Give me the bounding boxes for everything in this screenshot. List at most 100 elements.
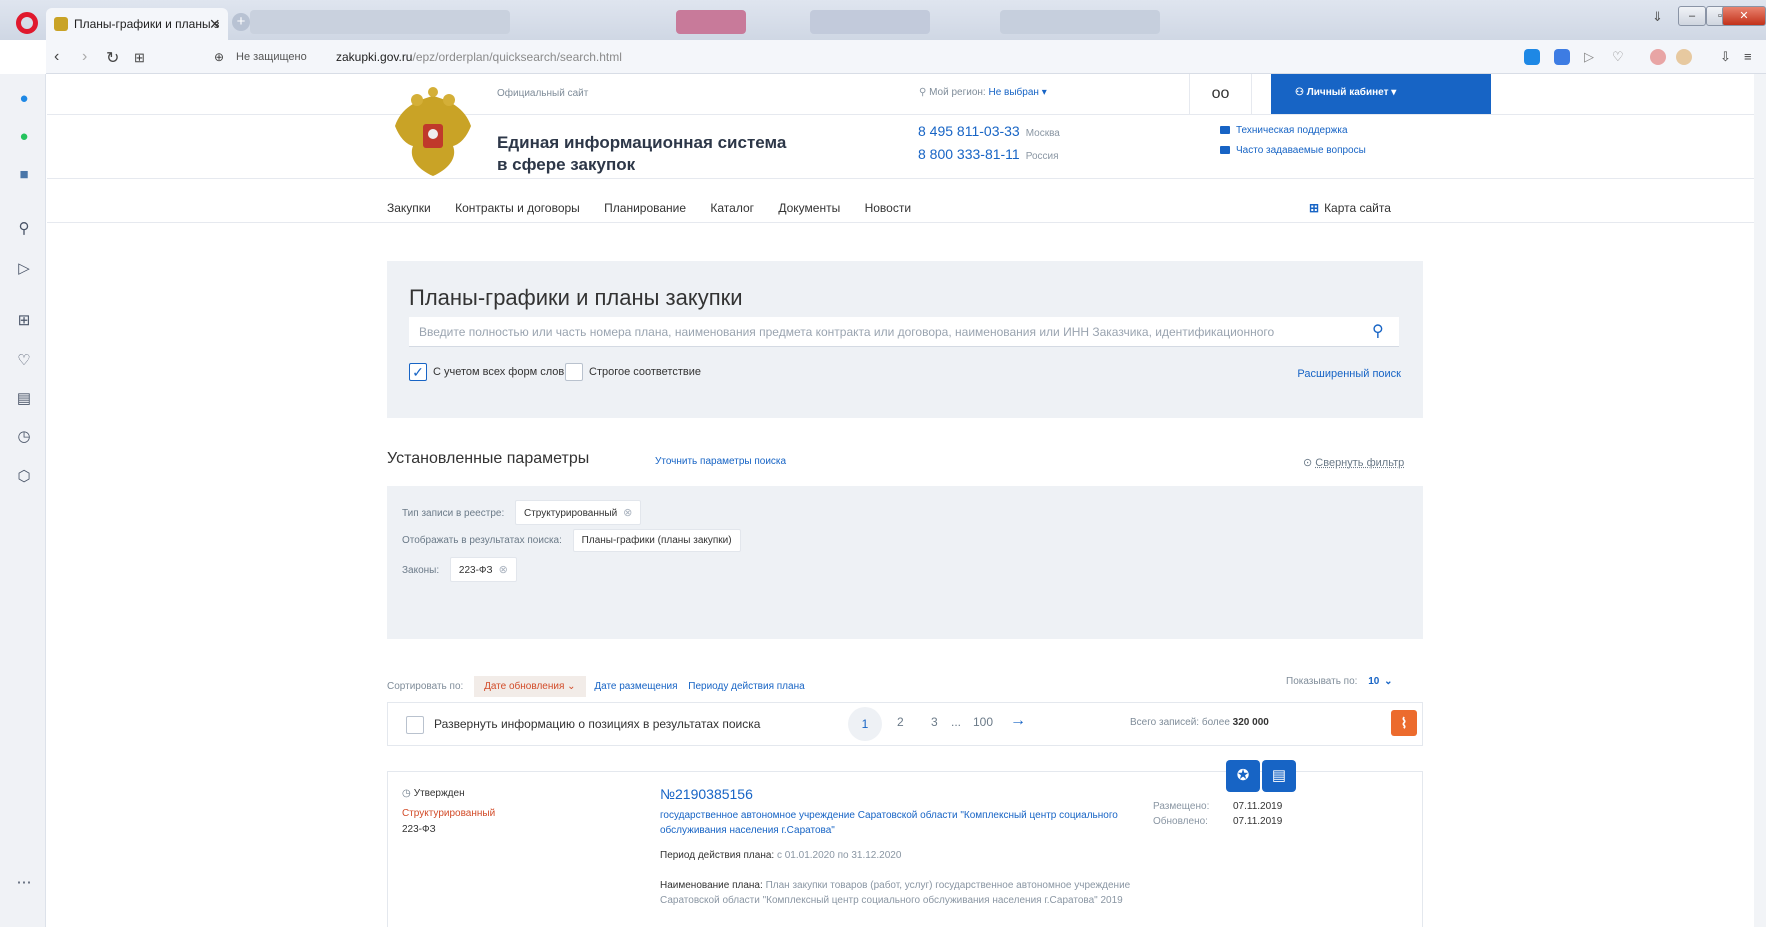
flow-icon[interactable]: ▷: [15, 260, 33, 278]
print-icon[interactable]: ▤: [1262, 760, 1296, 792]
updated-value: 07.11.2019: [1233, 816, 1283, 827]
history-clock-icon[interactable]: ◷: [15, 428, 33, 446]
param-row: Законы: 223-ФЗ ⊗: [402, 557, 517, 582]
site-name[interactable]: Единая информационная система в сфере за…: [497, 132, 786, 176]
menu-item-purchases[interactable]: Закупки: [387, 201, 431, 215]
globe-icon: ⊕: [214, 50, 225, 64]
news-icon[interactable]: ▤: [15, 390, 33, 408]
search-input[interactable]: [409, 317, 1399, 347]
speed-dial-icon[interactable]: ⊞: [15, 312, 33, 330]
next-page-arrow-icon[interactable]: →: [1010, 712, 1026, 730]
posted-label: Размещено:: [1153, 801, 1210, 812]
sort-option-posted[interactable]: Дате размещения: [594, 681, 677, 692]
send-icon[interactable]: ▷: [1584, 49, 1594, 65]
header-divider: [47, 114, 1766, 115]
remove-chip-icon[interactable]: ⊗: [623, 507, 632, 519]
tab-close-icon[interactable]: ×: [209, 14, 220, 35]
window-minimize-icon[interactable]: –: [1678, 6, 1706, 26]
web-page: Официальный сайт Единая информационная с…: [47, 74, 1766, 927]
header-divider: [47, 178, 1766, 179]
bookmarks-heart-icon[interactable]: ♡: [15, 352, 33, 370]
plan-name-label: Наименование плана:: [660, 880, 763, 891]
plan-number-link[interactable]: №2190385156: [660, 786, 753, 802]
region-selector[interactable]: ⚲ Мой регион: Не выбран ▾: [919, 87, 1047, 98]
param-label: Отображать в результатах поиска:: [402, 535, 562, 546]
page-2[interactable]: 2: [897, 715, 904, 729]
menu-item-contracts[interactable]: Контракты и договоры: [455, 201, 580, 215]
more-icon[interactable]: ⋯: [15, 874, 33, 892]
phone-city: Москва: [1025, 128, 1060, 139]
vk-icon[interactable]: ■: [15, 166, 33, 184]
browser-tab-bar: Планы-графики и планы з × + ⇓ – ▫ ✕: [0, 0, 1766, 40]
menu-divider: [47, 222, 1766, 223]
total-label: Всего записей: более: [1130, 717, 1230, 728]
snapshot-icon[interactable]: [1524, 49, 1540, 65]
window-close-icon[interactable]: ✕: [1722, 6, 1766, 26]
page-size-selector[interactable]: Показывать по: 10 ⌄: [1286, 676, 1393, 687]
param-label: Законы:: [402, 565, 440, 576]
url-field[interactable]: zakupki.gov.ru/epz/orderplan/quicksearch…: [336, 50, 622, 64]
page-scrollbar[interactable]: [1754, 74, 1766, 927]
caret-down-icon: ▾: [1041, 87, 1047, 98]
customer-link[interactable]: государственное автономное учреждение Са…: [660, 808, 1130, 838]
url-path: /epz/orderplan/quicksearch/search.html: [412, 50, 622, 64]
back-icon[interactable]: ‹: [54, 48, 59, 66]
rss-icon[interactable]: ⌇: [1391, 710, 1417, 736]
search-panel: Планы-графики и планы закупки ⚲ ✓ С учет…: [387, 261, 1423, 418]
accessibility-glasses-icon[interactable]: oo: [1189, 74, 1252, 114]
phone-moscow[interactable]: 8 495 811-03-33 Москва: [918, 123, 1060, 139]
extension-icon[interactable]: [1676, 49, 1692, 65]
award-icon[interactable]: ✪: [1226, 760, 1260, 792]
param-value: 223-ФЗ: [458, 565, 493, 576]
messenger-icon[interactable]: ●: [15, 90, 33, 108]
search-icon[interactable]: ⚲: [15, 220, 33, 238]
status-badge: ◷ Утвержден: [402, 788, 465, 799]
easy-setup-icon[interactable]: ≡: [1744, 49, 1752, 64]
page-1[interactable]: 1: [848, 707, 882, 741]
menu-item-planning[interactable]: Планирование: [604, 201, 686, 215]
sort-bar: Сортировать по: Дате обновления ⌄ Дате р…: [387, 676, 813, 697]
sort-label: Сортировать по:: [387, 681, 464, 692]
new-tab-icon[interactable]: +: [232, 13, 250, 31]
sort-active-dropdown[interactable]: Дате обновления ⌄: [474, 676, 586, 697]
faq-link[interactable]: Часто задаваемые вопросы: [1220, 145, 1366, 156]
reload-icon[interactable]: ↻: [106, 48, 119, 68]
browser-tab[interactable]: [250, 10, 510, 34]
browser-tab-active[interactable]: Планы-графики и планы з ×: [46, 8, 228, 40]
forward-icon[interactable]: ›: [82, 48, 87, 66]
sitemap-link[interactable]: ⊞ Карта сайта: [1309, 201, 1391, 215]
menu-item-news[interactable]: Новости: [865, 201, 911, 215]
tab-menu-icon[interactable]: ⇓: [1652, 9, 1663, 25]
expand-positions-checkbox[interactable]: [406, 716, 424, 734]
strict-match-checkbox[interactable]: [565, 363, 583, 381]
coat-of-arms-logo[interactable]: [387, 86, 479, 182]
extension-icon[interactable]: [1650, 49, 1666, 65]
page-100[interactable]: 100: [973, 715, 993, 729]
extensions-cube-icon[interactable]: ⬡: [15, 468, 33, 486]
browser-tab[interactable]: [810, 10, 930, 34]
word-forms-checkbox[interactable]: ✓: [409, 363, 427, 381]
phone-russia[interactable]: 8 800 333-81-11 Россия: [918, 146, 1059, 162]
personal-cabinet-button[interactable]: ⚇ Личный кабинет ▾: [1271, 74, 1491, 114]
browser-tab[interactable]: [676, 10, 746, 34]
remove-chip-icon[interactable]: ⊗: [499, 564, 508, 576]
download-icon[interactable]: ⇩: [1720, 49, 1731, 65]
param-value: Планы-графики (планы закупки): [581, 535, 732, 546]
menu-item-documents[interactable]: Документы: [778, 201, 840, 215]
page-3[interactable]: 3: [931, 715, 938, 729]
browser-tab[interactable]: [1000, 10, 1160, 34]
clock-icon: ◷: [402, 788, 411, 799]
word-forms-label: С учетом всех форм слов: [433, 366, 565, 378]
menu-item-catalog[interactable]: Каталог: [710, 201, 754, 215]
tabs-grid-icon[interactable]: ⊞: [134, 50, 145, 66]
extension-icon[interactable]: [1554, 49, 1570, 65]
refine-search-link[interactable]: Уточнить параметры поиска: [655, 456, 786, 467]
collapse-filter-link[interactable]: ⊙ Свернуть фильтр: [1303, 456, 1404, 469]
search-icon[interactable]: ⚲: [1372, 321, 1384, 341]
heart-icon[interactable]: ♡: [1612, 49, 1624, 65]
whatsapp-icon[interactable]: ●: [15, 128, 33, 146]
tech-support-link[interactable]: Техническая поддержка: [1220, 125, 1348, 136]
opera-menu-icon[interactable]: [16, 12, 38, 34]
extended-search-link[interactable]: Расширенный поиск: [1297, 368, 1401, 380]
sort-option-period[interactable]: Периоду действия плана: [688, 681, 804, 692]
